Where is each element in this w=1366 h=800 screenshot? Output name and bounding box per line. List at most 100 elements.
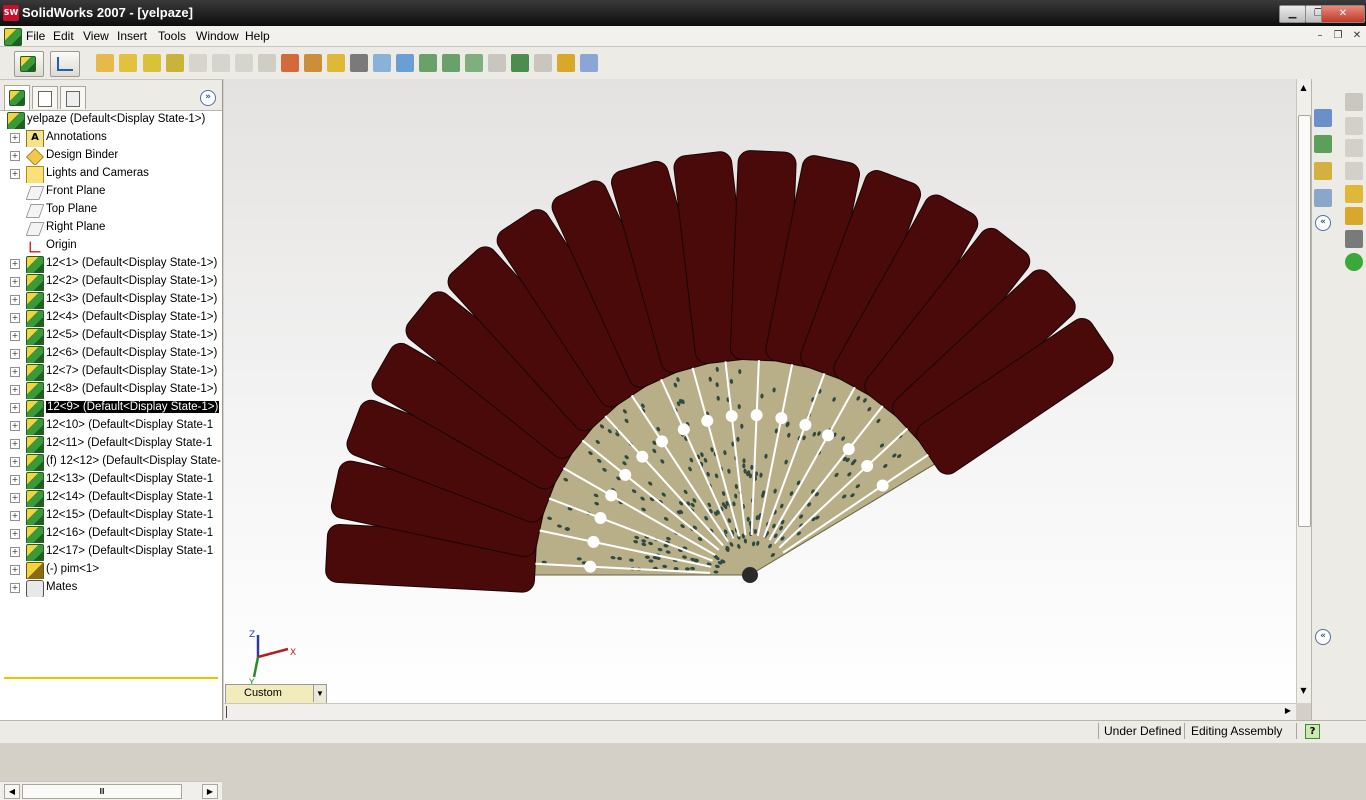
tree-item[interactable]: +12<15> (Default<Display State-1 xyxy=(0,507,222,525)
graphics-area[interactable]: Z X Y Custom ▼ xyxy=(224,79,1296,703)
tree-item[interactable]: + Mates xyxy=(0,579,222,597)
copy-with-mates-icon[interactable] xyxy=(166,54,184,72)
pencil-icon[interactable] xyxy=(1345,185,1363,203)
expand-toggle[interactable]: + xyxy=(10,331,20,341)
scroll-down-button[interactable]: ▼ xyxy=(1298,686,1309,698)
insert-component-icon[interactable] xyxy=(96,54,114,72)
stop-icon[interactable] xyxy=(1345,93,1363,111)
collapse-task-pane-icon[interactable]: « xyxy=(1315,215,1331,231)
tree-item[interactable]: Origin xyxy=(0,237,222,255)
view-orientation-select[interactable]: Custom ▼ xyxy=(225,684,327,703)
tree-item[interactable]: +12<17> (Default<Display State-1 xyxy=(0,543,222,561)
configuration-manager-tab[interactable] xyxy=(60,86,86,109)
new-assembly-icon[interactable] xyxy=(143,54,161,72)
solidworks-doc-icon[interactable] xyxy=(4,28,22,46)
tree-root[interactable]: yelpaze (Default<Display State-1>) xyxy=(0,111,222,129)
expand-toggle[interactable]: + xyxy=(10,439,20,449)
expand-task-pane-icon[interactable]: « xyxy=(1315,629,1331,645)
tree-item[interactable]: +12<14> (Default<Display State-1 xyxy=(0,489,222,507)
expand-toggle[interactable]: + xyxy=(10,259,20,269)
tree-item[interactable]: Top Plane xyxy=(0,201,222,219)
expand-panel-icon[interactable]: » xyxy=(200,90,216,106)
close-button[interactable]: ✕ xyxy=(1321,5,1365,23)
exploded-view-icon[interactable] xyxy=(465,54,483,72)
tree-item[interactable]: +12<11> (Default<Display State-1 xyxy=(0,435,222,453)
fan-pivot-pin[interactable] xyxy=(742,567,758,583)
file-explorer-icon[interactable] xyxy=(1314,162,1332,180)
tree-item[interactable]: +12<16> (Default<Display State-1 xyxy=(0,525,222,543)
expand-toggle[interactable]: + xyxy=(10,457,20,467)
solidworks-resources-icon[interactable] xyxy=(1314,109,1332,127)
component-dropdown-button[interactable] xyxy=(14,51,44,77)
tree-item[interactable]: + A Annotations xyxy=(0,129,222,147)
circular-pattern-icon[interactable] xyxy=(442,54,460,72)
help-icon[interactable]: ? xyxy=(1305,724,1320,739)
change-suppression-icon[interactable] xyxy=(235,54,253,72)
measure-icon[interactable] xyxy=(350,54,368,72)
mate-icon[interactable] xyxy=(327,54,345,72)
menu-view[interactable]: View xyxy=(83,29,109,43)
no-external-references-icon[interactable] xyxy=(281,54,299,72)
move-component-icon[interactable] xyxy=(373,54,391,72)
search-icon[interactable] xyxy=(1314,189,1332,207)
menu-edit[interactable]: Edit xyxy=(53,29,74,43)
record-icon[interactable] xyxy=(1345,117,1363,135)
apple-icon[interactable] xyxy=(1345,253,1363,271)
minimize-button[interactable]: ▁ xyxy=(1279,5,1306,23)
play-icon[interactable] xyxy=(1345,162,1363,180)
expand-toggle[interactable]: + xyxy=(10,277,20,287)
tree-item[interactable]: +12<6> (Default<Display State-1>) xyxy=(0,345,222,363)
hide-component-icon[interactable] xyxy=(189,54,207,72)
chain-icon[interactable] xyxy=(1345,230,1363,248)
tree-item[interactable]: +12<9> (Default<Display State-1>) xyxy=(0,399,222,417)
rewind-icon[interactable] xyxy=(1345,139,1363,157)
doc-minimize-button[interactable]: – xyxy=(1313,29,1327,42)
doc-restore-button[interactable]: ❐ xyxy=(1331,29,1345,42)
tree-item[interactable]: +12<10> (Default<Display State-1 xyxy=(0,417,222,435)
interference-detection-icon[interactable] xyxy=(511,54,529,72)
assembly-features-icon[interactable] xyxy=(534,54,552,72)
simulation-icon[interactable] xyxy=(580,54,598,72)
scroll-up-button[interactable]: ▲ xyxy=(1298,83,1309,95)
expand-toggle[interactable]: + xyxy=(10,133,20,143)
reference-geometry-icon[interactable] xyxy=(557,54,575,72)
expand-toggle[interactable]: + xyxy=(10,151,20,161)
change-transparency-icon[interactable] xyxy=(212,54,230,72)
tree-item[interactable]: +12<2> (Default<Display State-1>) xyxy=(0,273,222,291)
fan-pattern-mark[interactable] xyxy=(748,473,753,479)
expand-toggle[interactable]: + xyxy=(10,313,20,323)
expand-toggle[interactable]: + xyxy=(10,547,20,557)
tree-item[interactable]: +12<1> (Default<Display State-1>) xyxy=(0,255,222,273)
menu-window[interactable]: Window xyxy=(196,29,239,43)
expand-toggle[interactable]: + xyxy=(10,367,20,377)
smart-dimension-dropdown-button[interactable] xyxy=(50,51,80,77)
tree-item[interactable]: + (f) 12<12> (Default<Display State- xyxy=(0,453,222,471)
tree-item[interactable]: +12<5> (Default<Display State-1>) xyxy=(0,327,222,345)
expand-toggle[interactable]: + xyxy=(10,565,20,575)
scroll-right-button[interactable]: ▶ xyxy=(1282,706,1294,718)
tree-item[interactable]: Right Plane xyxy=(0,219,222,237)
menu-tools[interactable]: Tools xyxy=(158,29,186,43)
tree-item[interactable]: + Lights and Cameras xyxy=(0,165,222,183)
scroll-right-button[interactable]: ▶ xyxy=(202,784,218,799)
feature-manager-tab[interactable] xyxy=(4,85,30,110)
fan-model[interactable] xyxy=(224,79,1296,703)
explode-line-sketch-icon[interactable] xyxy=(488,54,506,72)
expand-toggle[interactable]: + xyxy=(10,385,20,395)
linear-pattern-icon[interactable] xyxy=(419,54,437,72)
split-handle[interactable] xyxy=(226,706,227,718)
edit-component-icon[interactable] xyxy=(258,54,276,72)
expand-toggle[interactable]: + xyxy=(10,493,20,503)
expand-toggle[interactable]: + xyxy=(10,421,20,431)
tree-item[interactable]: + Design Binder xyxy=(0,147,222,165)
expand-toggle[interactable]: + xyxy=(10,169,20,179)
scroll-left-button[interactable]: ◀ xyxy=(4,784,20,799)
scroll-thumb[interactable] xyxy=(1298,115,1311,527)
menu-help[interactable]: Help xyxy=(245,29,270,43)
viewport-vertical-scrollbar[interactable]: ▲ ▼ xyxy=(1296,79,1312,703)
expand-toggle[interactable]: + xyxy=(10,529,20,539)
new-part-icon[interactable] xyxy=(119,54,137,72)
property-manager-tab[interactable] xyxy=(32,86,58,109)
viewport-horizontal-scrollbar[interactable]: ▶ xyxy=(224,703,1296,721)
tree-item[interactable]: +12<3> (Default<Display State-1>) xyxy=(0,291,222,309)
